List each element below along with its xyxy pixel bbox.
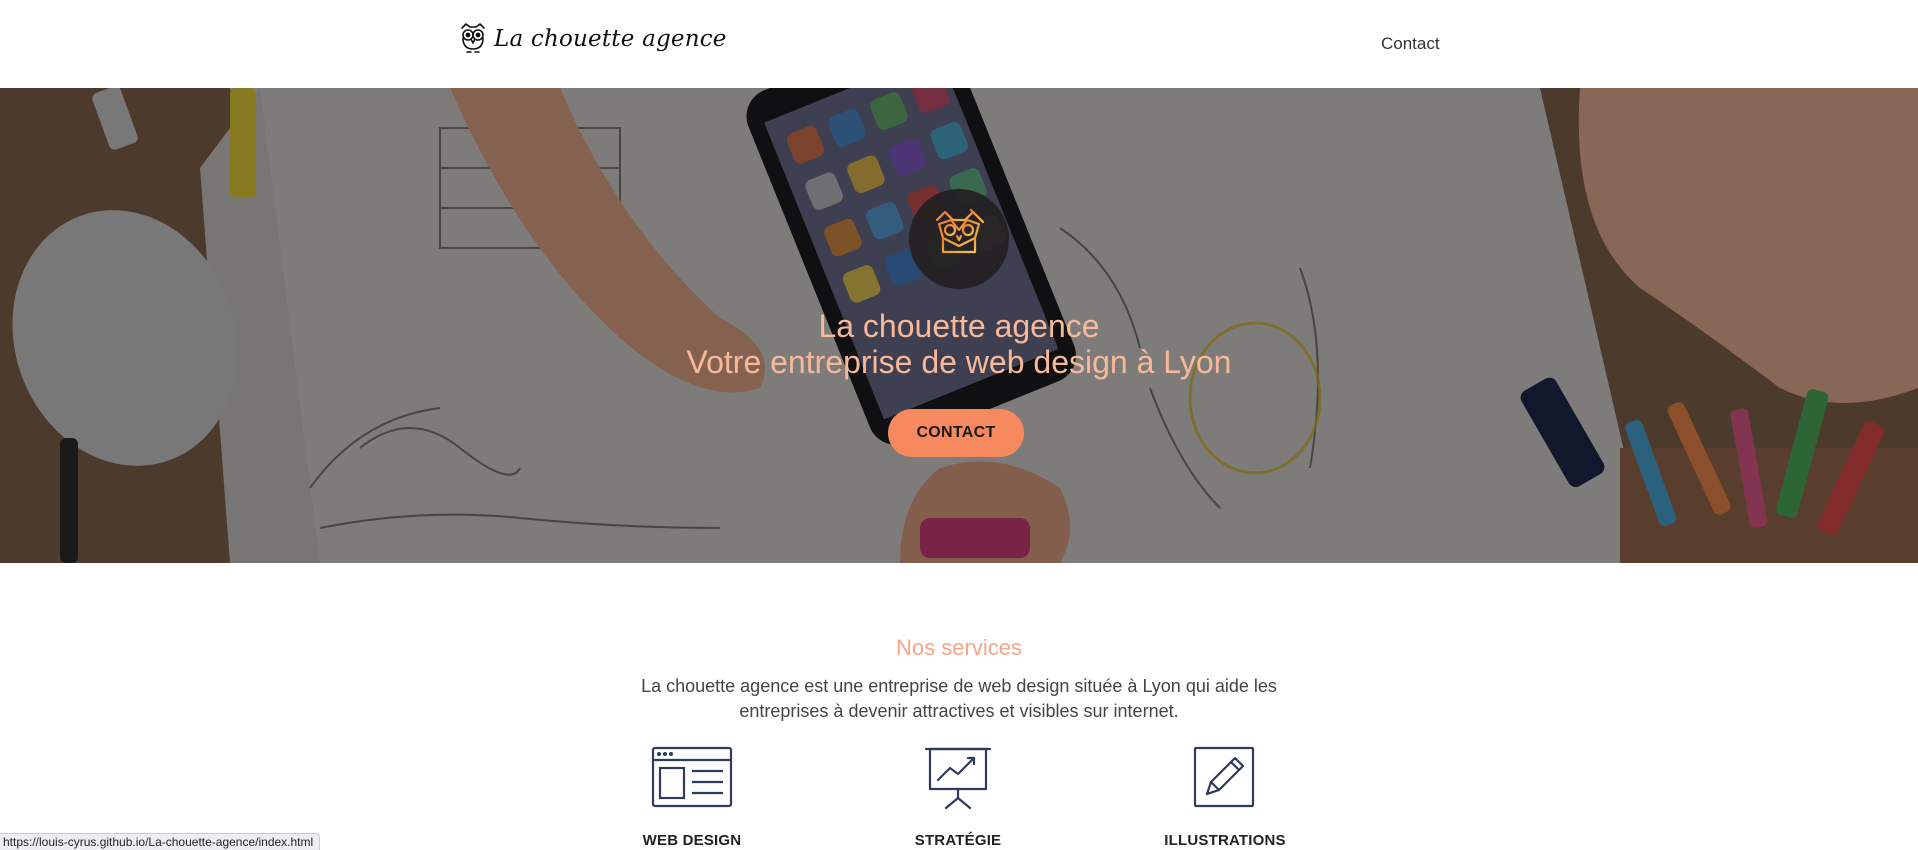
status-bar-url: https://louis-cyrus.github.io/La-chouett… bbox=[0, 833, 321, 850]
hero-section: La chouette agence Votre entreprise de w… bbox=[0, 88, 1918, 563]
services-title: Nos services bbox=[896, 635, 1022, 660]
owl-logo-icon bbox=[458, 22, 488, 56]
pencil-icon bbox=[1145, 746, 1305, 808]
service-illustrations: ILLUSTRATIONS bbox=[1145, 746, 1305, 849]
brand-link[interactable]: La chouette agence bbox=[458, 22, 727, 56]
owl-logo-icon bbox=[909, 189, 1009, 289]
service-label: STRATÉGIE bbox=[914, 832, 1002, 849]
hero-title: La chouette agence bbox=[818, 308, 1100, 344]
site-header: La chouette agence Contact bbox=[0, 0, 1918, 88]
presentation-chart-icon bbox=[878, 746, 1038, 810]
nav-contact-link[interactable]: Contact bbox=[1381, 34, 1440, 54]
service-web-design: WEB DESIGN bbox=[612, 746, 772, 849]
hero-subtitle: Votre entreprise de web design à Lyon bbox=[686, 344, 1232, 380]
brand-name: La chouette agence bbox=[494, 26, 727, 52]
services-description: La chouette agence est une entreprise de… bbox=[641, 676, 1277, 721]
browser-window-icon bbox=[612, 746, 772, 808]
service-label: ILLUSTRATIONS bbox=[1164, 832, 1286, 849]
service-label: WEB DESIGN bbox=[642, 832, 742, 849]
hero-contact-button[interactable]: CONTACT bbox=[888, 409, 1024, 457]
service-strategie: STRATÉGIE bbox=[878, 746, 1038, 849]
